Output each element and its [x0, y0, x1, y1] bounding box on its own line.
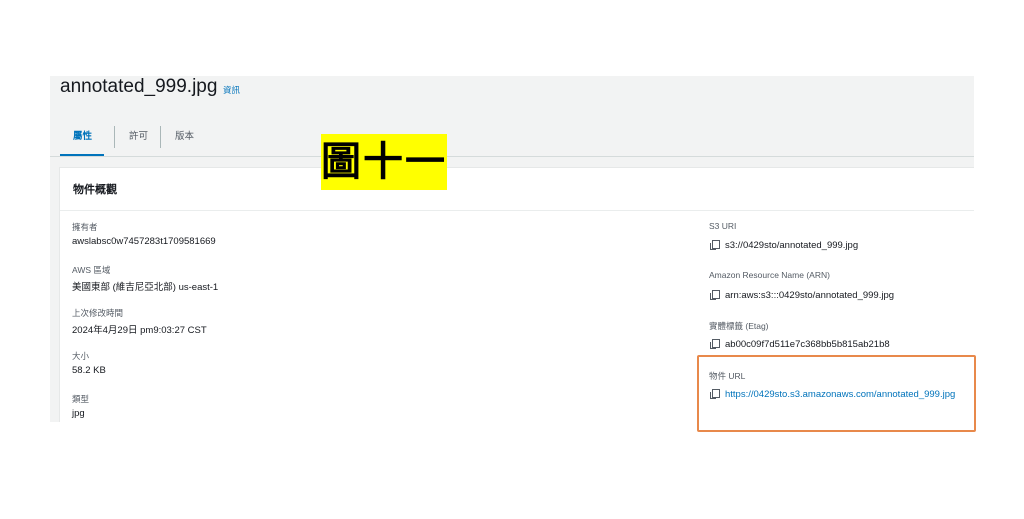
copy-icon[interactable] — [710, 339, 720, 349]
size-value: 58.2 KB — [72, 365, 106, 376]
arn-text: arn:aws:s3:::0429sto/annotated_999.jpg — [725, 290, 895, 301]
etag-label: 實體標籤 (Etag) — [709, 321, 769, 331]
etag-value: ab00c09f7d511e7c368bb5b815ab21b8 — [710, 339, 890, 350]
size-label: 大小 — [72, 351, 90, 361]
info-link[interactable]: 資訊 — [223, 84, 240, 96]
owner-label: 擁有者 — [72, 222, 98, 232]
region-label: AWS 區域 — [72, 265, 111, 275]
tab-versions[interactable]: 版本 — [175, 128, 194, 142]
copy-icon[interactable] — [710, 290, 720, 300]
tab-divider — [160, 126, 161, 148]
card-title: 物件概觀 — [73, 184, 117, 196]
arn-label: Amazon Resource Name (ARN) — [709, 270, 830, 280]
tabs-rule — [50, 156, 974, 157]
copy-icon[interactable] — [710, 240, 720, 250]
tab-permissions[interactable]: 許可 — [129, 128, 148, 142]
page-title: annotated_999.jpg — [60, 76, 218, 97]
owner-value: awslabsc0w7457283t1709581669 — [72, 236, 216, 247]
figure-label-annotation: 圖十一 — [321, 134, 447, 190]
type-label: 類型 — [72, 394, 90, 404]
object-url-highlight-box — [697, 355, 976, 432]
s3-uri-text: s3://0429sto/annotated_999.jpg — [725, 240, 859, 251]
last-modified-value: 2024年4月29日 pm9:03:27 CST — [72, 325, 207, 336]
type-value: jpg — [72, 408, 85, 419]
s3-uri-value: s3://0429sto/annotated_999.jpg — [710, 240, 859, 251]
last-modified-label: 上次修改時間 — [72, 308, 124, 318]
tab-properties[interactable]: 屬性 — [73, 128, 92, 142]
card-header: 物件概觀 — [60, 168, 974, 211]
tab-divider — [114, 126, 115, 148]
etag-text: ab00c09f7d511e7c368bb5b815ab21b8 — [725, 339, 890, 350]
region-value: 美國東部 (維吉尼亞北部) us-east-1 — [72, 282, 219, 293]
arn-value: arn:aws:s3:::0429sto/annotated_999.jpg — [710, 290, 895, 301]
s3-uri-label: S3 URI — [709, 221, 737, 231]
